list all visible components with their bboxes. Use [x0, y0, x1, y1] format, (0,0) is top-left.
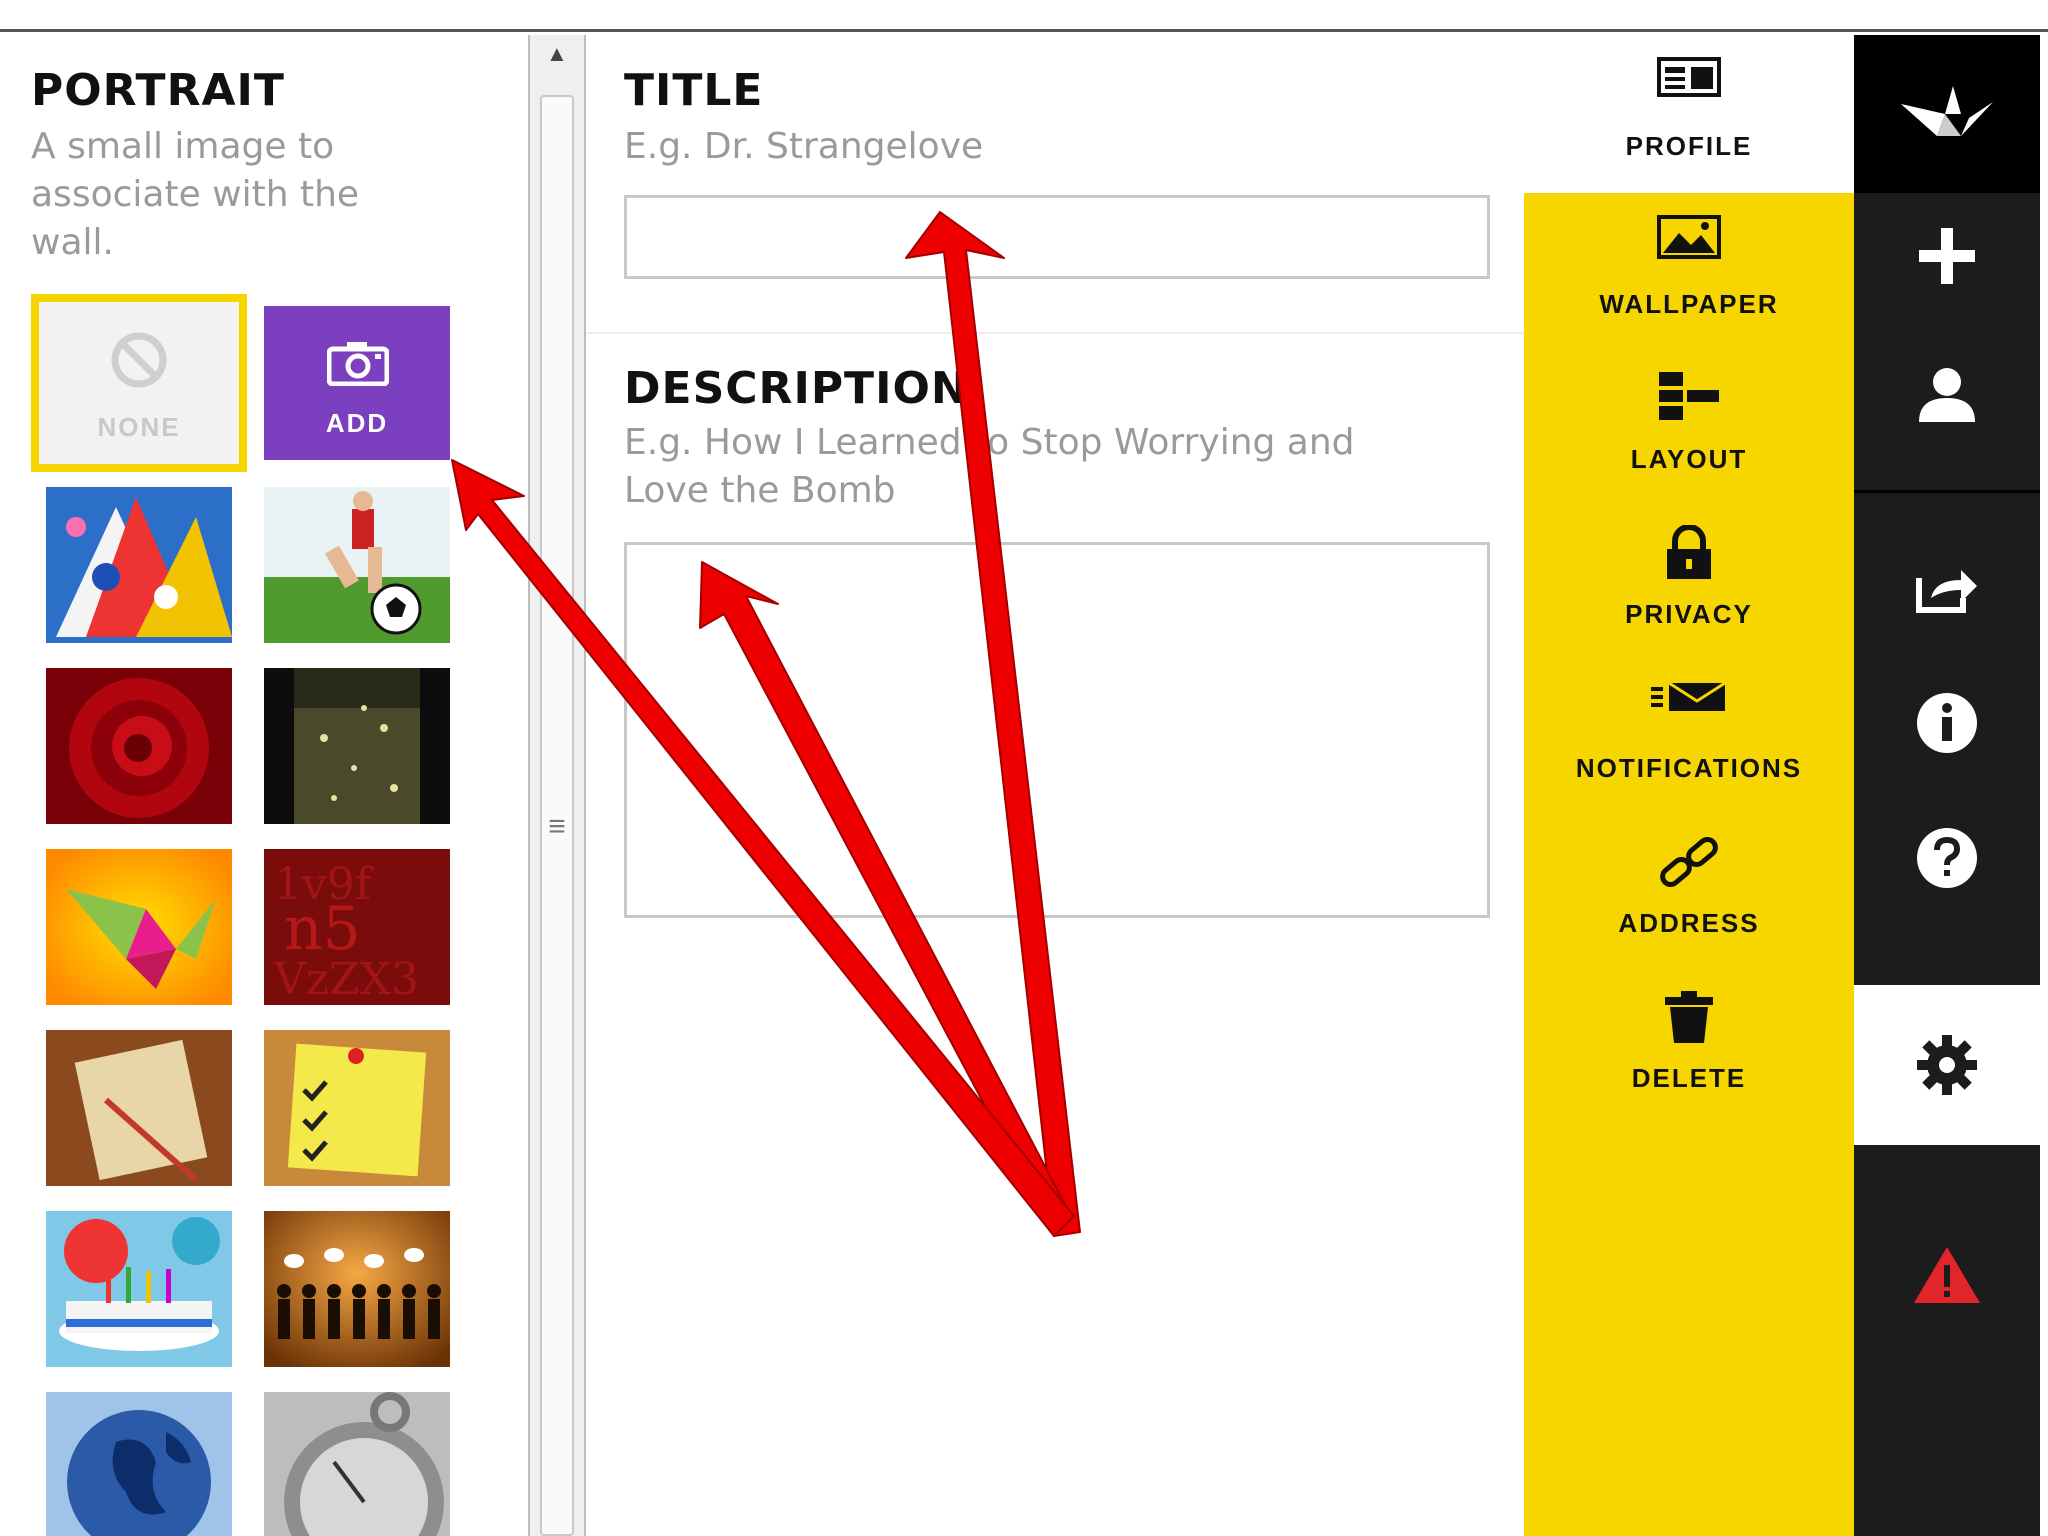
nav-label-wallpaper: WALLPAPER — [1599, 289, 1779, 319]
plus-icon[interactable] — [1854, 201, 2040, 311]
nav-item-wallpaper[interactable]: WALLPAPER — [1524, 193, 1854, 347]
description-hint-line-1: E.g. How I Learned to Stop Worrying and — [624, 422, 1355, 463]
camera-icon — [326, 340, 390, 391]
description-heading: DESCRIPTION — [624, 363, 969, 414]
portrait-thumbnail-rose[interactable] — [46, 668, 232, 824]
nav-item-notifications[interactable]: NOTIFICATIONS — [1524, 657, 1854, 811]
settings-nav: PROFILE WALLPAPER LAYOUT PRIVACY NOTIFIC… — [1524, 35, 1854, 1536]
title-input[interactable] — [624, 195, 1490, 279]
nav-label-profile: PROFILE — [1625, 131, 1753, 161]
portrait-thumbnail-notebook[interactable] — [46, 1030, 232, 1186]
portrait-description-line-1: A small image to — [31, 126, 335, 167]
portrait-thumbnail-champagne[interactable] — [264, 668, 450, 824]
help-icon[interactable] — [1854, 803, 2040, 913]
info-icon[interactable] — [1854, 668, 2040, 778]
title-heading: TITLE — [624, 65, 764, 116]
description-hint-line-2: Love the Bomb — [624, 470, 896, 511]
layout-icon — [1524, 370, 1854, 430]
svg-text:VzZX3: VzZX3 — [273, 954, 419, 1005]
nav-label-layout: LAYOUT — [1630, 444, 1748, 474]
gear-icon — [1854, 1010, 2040, 1120]
portrait-thumbnail-stopwatch[interactable] — [264, 1392, 450, 1536]
portrait-thumbnail-birthday-cake[interactable] — [46, 1211, 232, 1367]
warning-icon[interactable] — [1854, 1220, 2040, 1330]
image-icon — [1524, 215, 1854, 275]
nav-item-layout[interactable]: LAYOUT — [1524, 348, 1854, 502]
portrait-thumbnail-paper-crane[interactable] — [46, 849, 232, 1005]
app-sidebar — [1854, 35, 2040, 1536]
app-logo[interactable] — [1854, 35, 2040, 193]
link-icon — [1524, 834, 1854, 894]
form-section-divider — [586, 332, 1524, 334]
nav-label-delete: DELETE — [1631, 1063, 1747, 1093]
sidebar-settings-active[interactable] — [1854, 985, 2040, 1145]
window-right-edge — [2040, 32, 2048, 1536]
nav-item-privacy[interactable]: PRIVACY — [1524, 503, 1854, 657]
portrait-thumbnail-soccer[interactable] — [264, 487, 450, 643]
portrait-thumbnail-sticky-note[interactable] — [264, 1030, 450, 1186]
wall-profile-form: TITLE E.g. Dr. Strangelove DESCRIPTION E… — [586, 35, 1524, 1536]
nav-item-delete[interactable]: DELETE — [1524, 967, 1854, 1121]
portrait-description-line-3: wall. — [31, 222, 114, 263]
title-hint: E.g. Dr. Strangelove — [624, 126, 984, 167]
portrait-thumbnail-numbers[interactable]: 1v9f n5 VzZX3 — [264, 849, 450, 1005]
portrait-description-line-2: associate with the — [31, 174, 360, 215]
scrollbar-grip-icon: ≡ — [548, 810, 566, 843]
sidebar-divider — [1854, 490, 2040, 493]
description-textarea[interactable] — [624, 542, 1490, 918]
no-image-icon — [109, 330, 169, 395]
user-icon[interactable] — [1854, 341, 2040, 451]
nav-label-notifications: NOTIFICATIONS — [1575, 753, 1803, 783]
profile-card-icon — [1524, 57, 1854, 117]
share-icon[interactable] — [1854, 533, 2040, 643]
nav-item-address[interactable]: ADDRESS — [1524, 812, 1854, 966]
envelope-icon — [1524, 679, 1854, 739]
portrait-thumbnail-party-hats[interactable] — [46, 487, 232, 643]
crane-logo-icon — [1854, 59, 2040, 169]
portrait-thumbnail-people[interactable] — [264, 1211, 450, 1367]
portrait-scrollbar[interactable]: ▲ ≡ — [528, 35, 586, 1536]
nav-label-address: ADDRESS — [1618, 908, 1760, 938]
none-label: NONE — [97, 412, 181, 442]
portrait-add-button[interactable]: ADD — [264, 306, 450, 460]
nav-item-profile[interactable]: PROFILE — [1524, 35, 1854, 193]
nav-label-privacy: PRIVACY — [1625, 599, 1753, 629]
portrait-thumbnail-globe[interactable] — [46, 1392, 232, 1536]
lock-icon — [1524, 525, 1854, 585]
window-top-border — [0, 0, 2048, 32]
scroll-up-icon[interactable]: ▲ — [546, 41, 568, 67]
add-label: ADD — [325, 408, 389, 438]
portrait-heading: PORTRAIT — [31, 65, 285, 116]
nav-profile-content: PROFILE — [1524, 35, 1854, 189]
portrait-none-option[interactable]: NONE — [31, 294, 247, 472]
trash-icon — [1524, 989, 1854, 1049]
